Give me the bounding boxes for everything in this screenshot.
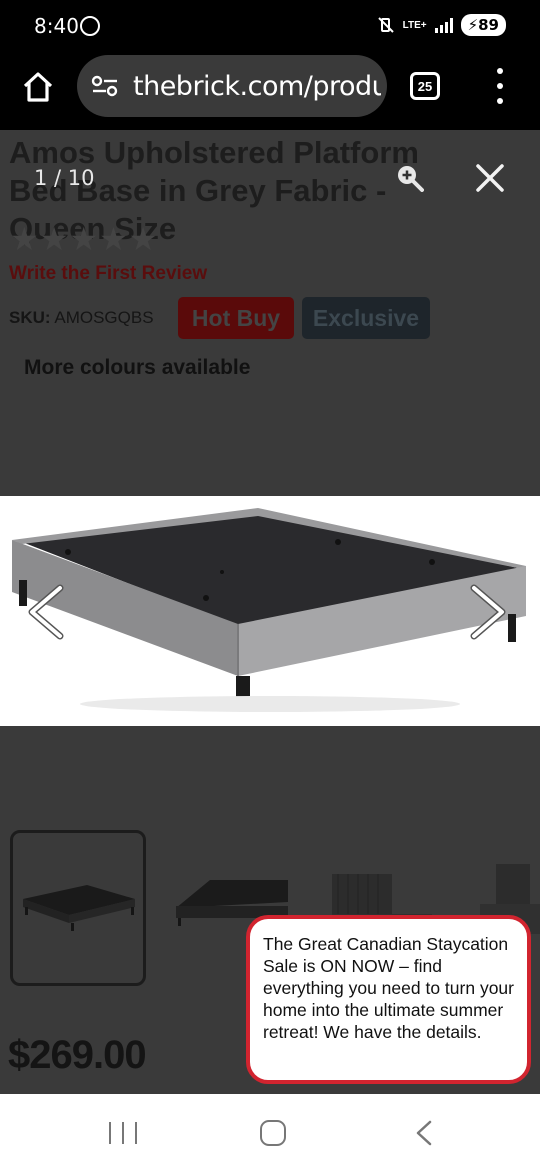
exclusive-label: Exclusive	[312, 304, 420, 331]
signal-icon	[434, 17, 453, 33]
system-navigation-bar	[0, 1094, 540, 1170]
status-bar: 8:40 LTE+ ⚡89	[0, 0, 540, 52]
more-colours-link[interactable]: More colours available	[24, 356, 250, 380]
promo-text: The Great Canadian Staycation Sale is ON…	[263, 934, 514, 1042]
rating-stars: ★★★★★	[10, 221, 159, 257]
sku-value: AMOSGQBS	[54, 308, 154, 327]
thumbnail-1[interactable]	[10, 830, 146, 986]
tab-switcher-button[interactable]: 25	[410, 72, 440, 100]
home-button-icon[interactable]	[260, 1120, 286, 1146]
previous-image-arrow[interactable]	[24, 584, 68, 640]
close-icon[interactable]	[474, 162, 506, 194]
sku-label: SKU:	[9, 308, 51, 327]
exclusive-badge: Exclusive	[302, 297, 430, 339]
more-options-icon[interactable]	[490, 68, 510, 104]
browser-toolbar: thebrick.com/products/amos 25	[0, 52, 540, 130]
product-image[interactable]	[0, 496, 540, 726]
url-text: thebrick.com/products/amos	[133, 70, 381, 102]
status-time: 8:40	[34, 14, 79, 38]
write-review-link[interactable]: Write the First Review	[9, 263, 207, 285]
battery-indicator: ⚡89	[460, 14, 506, 36]
address-bar[interactable]: thebrick.com/products/amos	[77, 55, 387, 117]
network-type: LTE+	[402, 19, 427, 31]
tab-count: 25	[417, 78, 433, 94]
hot-buy-badge: Hot Buy	[178, 297, 294, 339]
home-icon[interactable]	[20, 69, 56, 105]
recent-apps-icon[interactable]	[109, 1122, 137, 1144]
promo-message[interactable]: The Great Canadian Staycation Sale is ON…	[246, 915, 531, 1084]
whatsapp-icon	[80, 16, 100, 36]
battery-level: 89	[478, 16, 499, 34]
image-counter: 1 / 10	[34, 166, 95, 190]
site-settings-icon[interactable]	[91, 74, 119, 98]
product-price: $269.00	[8, 1033, 147, 1077]
sku: SKU: AMOSGQBS	[9, 308, 154, 328]
hot-buy-label: Hot Buy	[191, 304, 281, 331]
vibrate-mute-icon	[377, 17, 394, 33]
back-icon[interactable]	[414, 1120, 434, 1146]
zoom-in-icon[interactable]	[396, 164, 424, 192]
status-indicators: LTE+ ⚡89	[377, 14, 506, 36]
next-image-arrow[interactable]	[466, 584, 510, 640]
